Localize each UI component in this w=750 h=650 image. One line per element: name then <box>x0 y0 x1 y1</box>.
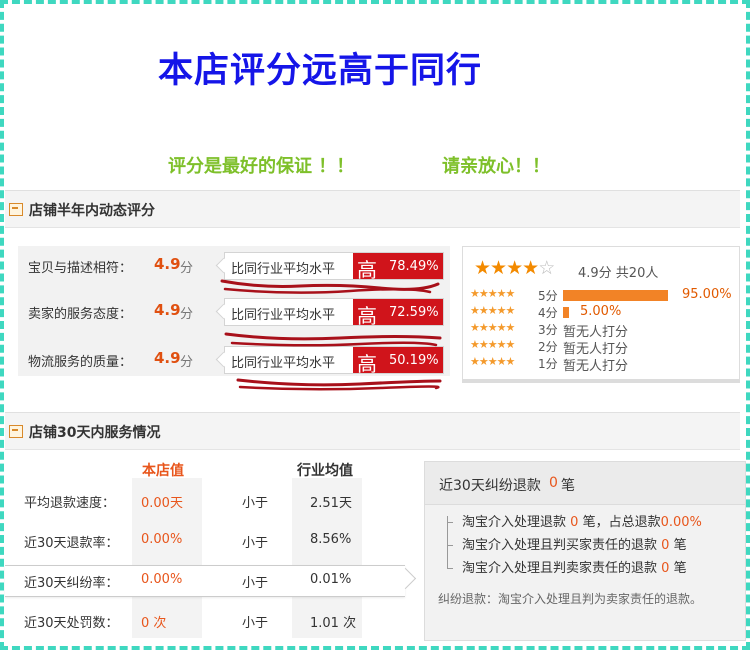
distribution-row: ★★★★★ 2分 暂无人打分 <box>470 338 735 357</box>
star-icon: ★ <box>506 257 523 279</box>
dispute-line-unit: 笔 <box>673 561 687 576</box>
service-label: 近30天纠纷率： <box>24 576 119 591</box>
distribution-percent: 5.00% <box>580 304 622 319</box>
service-section-header: 店铺30天内服务情况 <box>5 412 740 450</box>
star-icon: ★ <box>522 257 539 279</box>
service-label: 平均退款速度： <box>24 496 116 511</box>
dispute-line-count: 0 <box>661 538 670 553</box>
service-industry-value: 2.51天 <box>310 496 352 511</box>
dispute-count: 0 <box>549 475 558 491</box>
distribution-label: 5分 <box>538 289 558 303</box>
distribution-bar <box>563 290 668 301</box>
dispute-title: 近30天纠纷退款 <box>439 478 541 494</box>
dispute-line-percent: 0.00% <box>660 515 702 530</box>
dispute-line: 淘宝介入处理且判卖家责任的退款 0 笔 <box>462 557 687 576</box>
service-row: 近30天纠纷率： 0.00% 小于 0.01% <box>0 572 400 592</box>
service-store-value: 0.00天 <box>141 496 183 511</box>
star-icon: ★★★★★ <box>470 304 515 317</box>
column-header-store: 本店值 <box>142 463 184 479</box>
service-store-value: 0.00% <box>141 532 183 547</box>
distribution-row: ★★★★★ 4分 5.00% <box>470 304 735 321</box>
service-comparison: 小于 <box>242 576 269 591</box>
star-icon: ★★★★★ <box>470 321 515 334</box>
service-comparison: 小于 <box>242 536 269 551</box>
service-section-title: 店铺30天内服务情况 <box>29 425 161 441</box>
star-icon: ★★★★★ <box>470 338 515 351</box>
distribution-bar <box>563 307 569 318</box>
distribution-row: ★★★★★ 5分 95.00% <box>470 287 735 304</box>
service-store-value: 0 次 <box>141 616 167 631</box>
star-icon: ★★★★★ <box>470 355 515 368</box>
service-comparison: 小于 <box>242 496 269 511</box>
rating-summary: 4.9分 共20人 <box>578 266 659 281</box>
dispute-line: 淘宝介入处理且判买家责任的退款 0 笔 <box>462 534 687 553</box>
distribution-label: 4分 <box>538 306 558 320</box>
dispute-line-text: 淘宝介入处理且判卖家责任的退款 <box>462 561 658 576</box>
dispute-line-count: 0 <box>570 515 579 530</box>
dispute-title-unit: 笔 <box>561 478 575 494</box>
service-industry-value: 1.01 次 <box>310 616 357 631</box>
distribution-label: 1分 <box>538 357 558 371</box>
distribution-label: 2分 <box>538 340 558 354</box>
distribution-row: ★★★★★ 1分 暂无人打分 <box>470 355 735 374</box>
star-icon: ★★★★★ <box>470 287 515 300</box>
service-comparison: 小于 <box>242 616 269 631</box>
dispute-footnote: 纠纷退款：淘宝介入处理且判为卖家责任的退款。 <box>438 592 703 606</box>
tree-connector <box>447 516 456 568</box>
dispute-line: 淘宝介入处理退款 0 笔，占总退款0.00% <box>462 511 702 530</box>
dispute-line-unit: 笔 <box>673 538 687 553</box>
dispute-header: 近30天纠纷退款 0 笔 <box>425 462 745 505</box>
service-row: 平均退款速度： 0.00天 小于 2.51天 <box>0 492 400 512</box>
star-icon: ☆ <box>538 257 555 279</box>
tree-tick <box>447 545 453 546</box>
service-row: 近30天退款率： 0.00% 小于 8.56% <box>0 532 400 552</box>
dispute-line-text: 淘宝介入处理且判买家责任的退款 <box>462 538 658 553</box>
dispute-line-count: 0 <box>661 561 670 576</box>
column-header-industry: 行业均值 <box>297 463 353 479</box>
dispute-line-text: 淘宝介入处理退款 <box>462 515 567 530</box>
distribution-row: ★★★★★ 3分 暂无人打分 <box>470 321 735 340</box>
service-store-value: 0.00% <box>141 572 183 587</box>
star-icon: ★ <box>490 257 507 279</box>
distribution-label: 3分 <box>538 323 558 337</box>
tree-tick <box>447 568 453 569</box>
dispute-line-unit: 笔，占总退款 <box>582 515 661 530</box>
distribution-percent: 95.00% <box>682 287 732 302</box>
star-icon: ★ <box>474 257 491 279</box>
tree-tick <box>447 522 453 523</box>
service-industry-value: 0.01% <box>310 572 352 587</box>
service-industry-value: 8.56% <box>310 532 352 547</box>
distribution-percent: 暂无人打分 <box>563 359 629 374</box>
service-label: 近30天处罚数： <box>24 616 119 631</box>
service-row: 近30天处罚数： 0 次 小于 1.01 次 <box>0 612 400 632</box>
summary-stars: ★★★★☆ <box>474 257 555 279</box>
panel-header-icon <box>9 425 23 438</box>
service-label: 近30天退款率： <box>24 536 119 551</box>
